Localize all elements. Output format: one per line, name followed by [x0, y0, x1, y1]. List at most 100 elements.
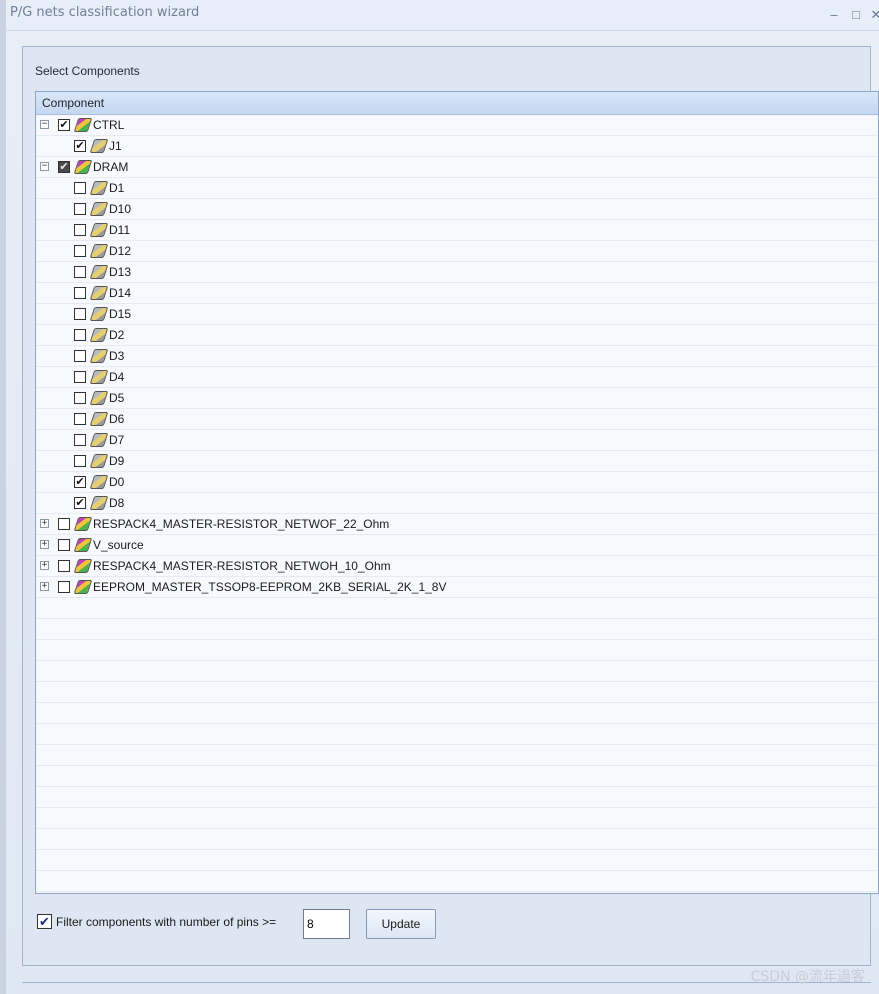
component-label: D11 [109, 223, 131, 237]
component-checkbox[interactable] [74, 245, 86, 257]
component-group-icon [73, 517, 93, 531]
tree-row[interactable]: + EEPROM_MASTER_TSSOP8-EEPROM_2KB_SERIAL_… [36, 577, 878, 598]
component-group-icon [73, 118, 93, 132]
collapse-minus-icon[interactable]: − [40, 162, 49, 171]
component-checkbox[interactable] [74, 329, 86, 341]
empty-row [36, 640, 878, 661]
expand-plus-icon[interactable]: + [40, 582, 49, 591]
panel-heading: Select Components [35, 64, 140, 78]
empty-row [36, 724, 878, 745]
tree-row[interactable]: D12 [36, 241, 878, 262]
tree-row[interactable]: D1 [36, 178, 878, 199]
component-label: D5 [109, 391, 125, 405]
tree-row[interactable]: D3 [36, 346, 878, 367]
component-checkbox[interactable]: ✔ [74, 476, 86, 488]
tree-row[interactable]: + RESPACK4_MASTER-RESISTOR_NETWOF_22_Ohm [36, 514, 878, 535]
component-icon [89, 496, 109, 510]
tree-row[interactable]: + V_source [36, 535, 878, 556]
component-checkbox[interactable] [74, 287, 86, 299]
component-label: D9 [109, 454, 125, 468]
expand-plus-icon[interactable]: + [40, 561, 49, 570]
component-label: D13 [109, 265, 132, 279]
component-icon [89, 265, 109, 279]
tree-row[interactable]: D6 [36, 409, 878, 430]
component-checkbox[interactable]: ✔ [74, 497, 86, 509]
component-label: D10 [109, 202, 132, 216]
tree-row[interactable]: D11 [36, 220, 878, 241]
update-button[interactable]: Update [366, 909, 436, 939]
tree-row[interactable]: ✔ J1 [36, 136, 878, 157]
tree-row[interactable]: D13 [36, 262, 878, 283]
empty-row [36, 598, 878, 619]
component-checkbox[interactable] [58, 518, 70, 530]
component-label: V_source [93, 538, 144, 552]
component-checkbox[interactable]: ✔ [58, 161, 70, 173]
tree-row[interactable]: D4 [36, 367, 878, 388]
component-icon [89, 139, 109, 153]
tree-row[interactable]: ✔ D8 [36, 493, 878, 514]
component-label: D1 [109, 181, 125, 195]
empty-row [36, 745, 878, 766]
tree-row[interactable]: ✔ D0 [36, 472, 878, 493]
empty-row [36, 661, 878, 682]
column-header-component[interactable]: Component [36, 92, 878, 115]
component-checkbox[interactable] [58, 539, 70, 551]
component-group-icon [73, 538, 93, 552]
tree-row[interactable]: D15 [36, 304, 878, 325]
component-checkbox[interactable] [74, 371, 86, 383]
component-group-icon [73, 559, 93, 573]
component-icon [89, 244, 109, 258]
component-checkbox[interactable] [74, 224, 86, 236]
component-icon [89, 475, 109, 489]
collapse-minus-icon[interactable]: − [40, 120, 49, 129]
component-checkbox[interactable] [74, 350, 86, 362]
component-checkbox[interactable]: ✔ [58, 119, 70, 131]
tree-row[interactable]: D9 [36, 451, 878, 472]
component-label: D3 [109, 349, 125, 363]
maximize-icon[interactable]: □ [847, 6, 865, 24]
component-label: D2 [109, 328, 125, 342]
component-icon [89, 328, 109, 342]
tree-row[interactable]: + RESPACK4_MASTER-RESISTOR_NETWOH_10_Ohm [36, 556, 878, 577]
component-group-icon [73, 580, 93, 594]
tree-row[interactable]: D5 [36, 388, 878, 409]
component-tree[interactable]: Component − ✔ CTRL ✔ J1− ✔ DRAM D1 D10 D11 D12 D13 D… [35, 91, 879, 894]
component-checkbox[interactable] [58, 560, 70, 572]
tree-row[interactable]: D2 [36, 325, 878, 346]
filter-label: Filter components with number of pins >= [56, 915, 277, 929]
component-label: RESPACK4_MASTER-RESISTOR_NETWOH_10_Ohm [93, 559, 391, 573]
component-checkbox[interactable] [74, 203, 86, 215]
component-icon [89, 181, 109, 195]
tree-row[interactable]: − ✔ CTRL [36, 115, 878, 136]
minimize-icon[interactable]: – [825, 6, 843, 24]
component-icon [89, 286, 109, 300]
expand-plus-icon[interactable]: + [40, 519, 49, 528]
empty-row [36, 619, 878, 640]
component-checkbox[interactable]: ✔ [74, 140, 86, 152]
tree-row[interactable]: D10 [36, 199, 878, 220]
wizard-window: P/G nets classification wizard – □ ✕ Sel… [0, 0, 879, 994]
component-checkbox[interactable] [74, 182, 86, 194]
component-label: DRAM [93, 160, 129, 174]
empty-row [36, 766, 878, 787]
tree-row[interactable]: D14 [36, 283, 878, 304]
component-label: J1 [109, 139, 122, 153]
filter-checkbox[interactable]: ✔ [37, 914, 52, 929]
window-title: P/G nets classification wizard [10, 5, 200, 20]
component-label: D6 [109, 412, 125, 426]
component-checkbox[interactable] [58, 581, 70, 593]
pins-count-input[interactable] [303, 909, 350, 939]
component-checkbox[interactable] [74, 434, 86, 446]
expand-plus-icon[interactable]: + [40, 540, 49, 549]
tree-row[interactable]: − ✔ DRAM [36, 157, 878, 178]
watermark-text: CSDN @流年過客 [750, 969, 865, 985]
close-icon[interactable]: ✕ [867, 6, 879, 24]
component-checkbox[interactable] [74, 413, 86, 425]
component-label: D14 [109, 286, 132, 300]
component-checkbox[interactable] [74, 392, 86, 404]
component-checkbox[interactable] [74, 308, 86, 320]
component-checkbox[interactable] [74, 455, 86, 467]
tree-row[interactable]: D7 [36, 430, 878, 451]
component-checkbox[interactable] [74, 266, 86, 278]
component-icon [89, 370, 109, 384]
